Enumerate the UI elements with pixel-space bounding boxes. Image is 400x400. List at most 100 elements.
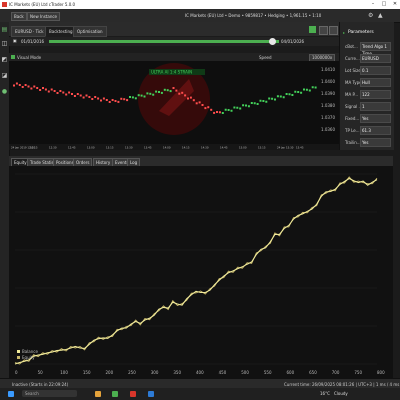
play-icon[interactable] bbox=[309, 26, 316, 33]
price-candle bbox=[163, 88, 166, 91]
parameter-row: Curre... EURUSD bbox=[342, 54, 392, 63]
visual-mode-label: Visual Mode bbox=[17, 55, 42, 60]
price-candle bbox=[131, 96, 134, 99]
price-candle bbox=[79, 94, 82, 97]
time-tick-label: 14:15 bbox=[182, 146, 190, 150]
parameter-row: cBot...Trend Algo 1 Time bbox=[342, 42, 392, 56]
calendar-icon[interactable]: ▣ bbox=[13, 38, 17, 43]
price-candle bbox=[169, 90, 172, 93]
analyze-icon[interactable]: ◪ bbox=[1, 72, 8, 79]
expand-icon[interactable]: ▸ bbox=[343, 30, 345, 35]
price-candle bbox=[207, 106, 210, 109]
ctrader-icon[interactable] bbox=[130, 391, 136, 397]
parameter-value[interactable]: 61.3 bbox=[360, 126, 391, 135]
price-candle bbox=[105, 99, 108, 101]
price-candle bbox=[15, 82, 18, 85]
parameter-key: Curre... bbox=[345, 56, 360, 61]
price-candle bbox=[227, 109, 230, 111]
price-tick-label: 1.0400 bbox=[321, 79, 335, 84]
date-range-slider[interactable] bbox=[49, 40, 279, 43]
to-date[interactable]: 04/01/2026 bbox=[281, 39, 304, 44]
equity-chart-svg: 0 50 100 150 200 250 300 350 400 450 500 550 600 650 7… bbox=[14, 173, 385, 375]
price-candle bbox=[24, 84, 27, 86]
price-candle bbox=[268, 97, 271, 100]
price-candle bbox=[216, 111, 218, 113]
price-candle bbox=[146, 92, 149, 95]
price-candle bbox=[97, 97, 100, 100]
robot-icon[interactable]: ● bbox=[1, 88, 8, 95]
slider-handle[interactable] bbox=[269, 38, 276, 45]
status-right: Current time: 26/09/2025 08:01:26 | UTC+… bbox=[284, 382, 400, 387]
price-candle bbox=[82, 96, 85, 99]
time-tick-label: 13:15 bbox=[106, 146, 114, 150]
price-candle bbox=[178, 92, 181, 95]
price-candle bbox=[233, 106, 236, 109]
result-tabs: Equity Trade Statistics Positions Orders His… bbox=[9, 156, 393, 167]
price-candle bbox=[149, 92, 152, 95]
equity-chart[interactable]: 0 50 100 150 200 250 300 350 400 450 500 550 600 650 7… bbox=[9, 166, 393, 378]
close-icon[interactable]: ✕ bbox=[390, 1, 400, 8]
trade-icon[interactable]: ▤ bbox=[1, 26, 8, 33]
stop-icon[interactable] bbox=[319, 26, 328, 35]
backtest-tabs-row: EURUSD · Tick Backtesting Optimisation bbox=[9, 22, 339, 37]
from-date[interactable]: 01/01/2016 bbox=[21, 39, 44, 44]
tab-optimisation[interactable]: Optimisation bbox=[73, 26, 107, 37]
tab-backtesting[interactable]: Backtesting bbox=[45, 26, 77, 37]
maximize-icon[interactable]: □ bbox=[379, 1, 389, 8]
parameter-row: Fixed... Yes bbox=[342, 114, 392, 123]
time-tick-label: 14:45 bbox=[220, 146, 228, 150]
price-tick-label: 1.0410 bbox=[321, 67, 335, 72]
legend-swatch bbox=[17, 356, 20, 359]
parameter-value[interactable]: 122 bbox=[360, 90, 391, 99]
price-candle bbox=[42, 87, 44, 89]
minimize-icon[interactable]: – bbox=[368, 1, 378, 8]
parameter-row: MA P... 122 bbox=[342, 90, 392, 99]
x-tick-label: 500 bbox=[241, 370, 249, 375]
price-candle bbox=[204, 107, 207, 110]
edge-icon[interactable] bbox=[148, 391, 154, 397]
visual-mode-checkbox[interactable] bbox=[11, 55, 15, 59]
parameter-value[interactable]: Trend Algo 1 Time bbox=[360, 42, 391, 56]
account-info[interactable]: IC Markets (EU) Ltd • Demo • 9859817 • H… bbox=[185, 13, 321, 18]
parameter-value[interactable]: 0.1 bbox=[360, 66, 391, 75]
back-button[interactable]: Back bbox=[11, 12, 27, 21]
parameter-value[interactable]: EURUSD bbox=[360, 54, 391, 63]
export-icon[interactable] bbox=[329, 26, 338, 35]
x-tick-label: 400 bbox=[196, 370, 204, 375]
copy-icon[interactable]: ◫ bbox=[1, 40, 8, 47]
price-candle bbox=[172, 87, 175, 89]
bell-icon[interactable]: ▲ bbox=[378, 12, 383, 19]
time-tick-label: 14:30 bbox=[201, 146, 209, 150]
top-toolbar: Back New Instance IC Markets (EU) Ltd • … bbox=[0, 9, 400, 23]
parameter-value[interactable]: 1 bbox=[360, 102, 391, 111]
taskbar-search[interactable]: Search bbox=[22, 390, 77, 397]
price-tick-label: 1.0390 bbox=[321, 91, 335, 96]
price-candle bbox=[158, 91, 160, 93]
price-candle bbox=[291, 94, 294, 96]
price-candle bbox=[44, 88, 47, 91]
parameter-value[interactable]: Yes bbox=[360, 138, 391, 147]
x-tick-label: 650 bbox=[309, 370, 317, 375]
file-explorer-icon[interactable] bbox=[95, 391, 101, 397]
parameter-row: Signal ... 1 bbox=[342, 102, 392, 111]
x-tick-label: 700 bbox=[332, 370, 340, 375]
parameter-value[interactable]: Hull bbox=[360, 78, 391, 87]
price-candle bbox=[155, 90, 158, 93]
start-icon[interactable] bbox=[8, 391, 14, 397]
browser-icon[interactable] bbox=[112, 391, 118, 397]
price-candle bbox=[117, 100, 120, 103]
new-instance-button[interactable]: New Instance bbox=[27, 12, 61, 21]
price-candle bbox=[123, 98, 126, 101]
settings-icon[interactable]: ⚙ bbox=[368, 12, 373, 19]
parameter-value[interactable]: Yes bbox=[360, 114, 391, 123]
parameters-panel: ▸ Parameters cBot...Trend Algo 1 TimeCur… bbox=[339, 22, 394, 150]
symbol-tab[interactable]: EURUSD · Tick bbox=[11, 26, 48, 37]
automate-icon[interactable]: ◩ bbox=[1, 56, 8, 63]
date-range-row: ▣ 01/01/2016 04/01/2026 bbox=[9, 37, 339, 46]
price-candle bbox=[30, 87, 33, 90]
x-tick-label: 450 bbox=[219, 370, 227, 375]
parameter-key: cBot... bbox=[345, 44, 358, 49]
time-tick-label: 14:00 bbox=[163, 146, 171, 150]
parameter-row: Trailin... Yes bbox=[342, 138, 392, 147]
price-chart[interactable]: ULTRA AI 1:4 STRAIN 1.0410 1.0400 1.0390 1.… bbox=[9, 61, 339, 144]
